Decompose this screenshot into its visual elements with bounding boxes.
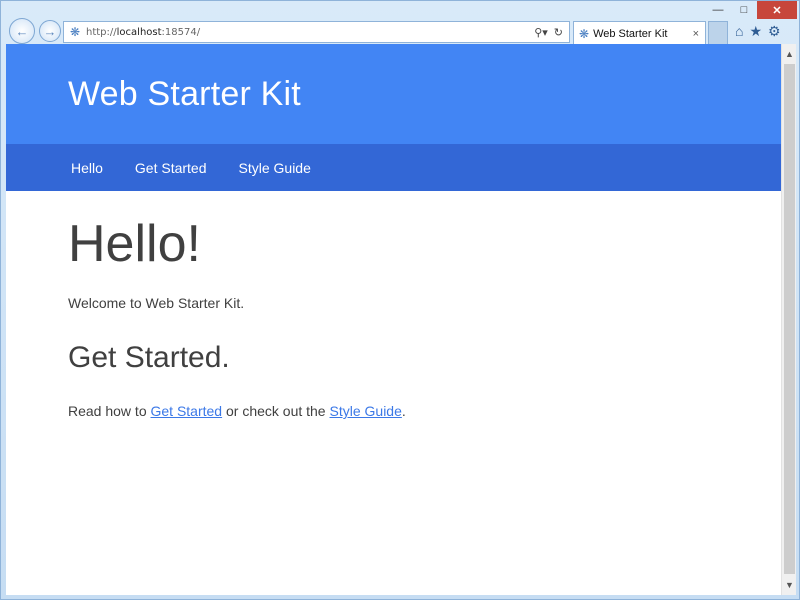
close-window-button[interactable]: ✕ xyxy=(757,1,797,19)
read-middle-text: or check out the xyxy=(222,403,330,419)
site-navbar: Hello Get Started Style Guide xyxy=(6,144,781,191)
main-content: Hello! Welcome to Web Starter Kit. Get S… xyxy=(6,191,781,421)
read-suffix-text: . xyxy=(401,403,406,419)
tab-close-icon[interactable]: × xyxy=(693,28,699,40)
read-how-paragraph: Read how to Get Started or check out the… xyxy=(68,401,781,421)
welcome-text: Welcome to Web Starter Kit. xyxy=(68,295,245,311)
forward-button[interactable]: → xyxy=(39,20,61,42)
back-arrow-icon: ← xyxy=(15,23,29,39)
gear-icon[interactable]: ⚙ xyxy=(768,23,781,40)
nav-item-get-started[interactable]: Get Started xyxy=(135,160,207,176)
url-rest: :18574/ xyxy=(161,26,201,38)
get-started-heading: Get Started. xyxy=(68,341,230,374)
scrollbar-thumb[interactable] xyxy=(784,64,795,574)
browser-tools: ⌂ ★ ⚙ xyxy=(735,23,781,40)
nav-item-style-guide[interactable]: Style Guide xyxy=(239,160,311,176)
search-icon[interactable]: ⚲▾ xyxy=(534,26,548,39)
style-guide-link[interactable]: Style Guide xyxy=(330,403,402,419)
tab-web-starter-kit[interactable]: ❋ Web Starter Kit × xyxy=(573,21,706,45)
page-viewport: Web Starter Kit Hello Get Started Style … xyxy=(6,44,781,595)
tab-title: Web Starter Kit xyxy=(593,27,668,40)
read-prefix-text: Read how to xyxy=(68,403,151,419)
refresh-icon[interactable]: ↻ xyxy=(554,26,563,39)
tab-favicon-icon: ❋ xyxy=(579,26,590,41)
maximize-button[interactable]: □ xyxy=(731,1,757,19)
site-header: Web Starter Kit xyxy=(6,44,781,144)
page-heading: Hello! xyxy=(68,215,201,273)
address-bar[interactable]: ❋ http://localhost:18574/ ⚲▾ ↻ xyxy=(63,21,570,43)
nav-item-hello[interactable]: Hello xyxy=(71,160,103,176)
site-title[interactable]: Web Starter Kit xyxy=(68,75,301,114)
site-favicon-icon: ❋ xyxy=(69,25,81,39)
home-icon[interactable]: ⌂ xyxy=(735,23,743,40)
address-tools: ⚲▾ ↻ xyxy=(534,26,569,39)
new-tab-button[interactable] xyxy=(708,21,728,45)
window-controls: — □ ✕ xyxy=(705,1,797,19)
url-scheme: http:// xyxy=(86,26,117,38)
get-started-link[interactable]: Get Started xyxy=(151,403,223,419)
back-button[interactable]: ← xyxy=(9,18,35,44)
vertical-scrollbar[interactable]: ▲ ▼ xyxy=(781,44,796,595)
forward-arrow-icon: → xyxy=(43,23,57,39)
address-url[interactable]: http://localhost:18574/ xyxy=(86,27,534,38)
scroll-down-arrow-icon[interactable]: ▼ xyxy=(782,577,797,593)
scroll-up-arrow-icon[interactable]: ▲ xyxy=(782,46,797,62)
url-host: localhost xyxy=(116,26,162,38)
minimize-button[interactable]: — xyxy=(705,1,731,19)
star-icon[interactable]: ★ xyxy=(749,23,762,40)
